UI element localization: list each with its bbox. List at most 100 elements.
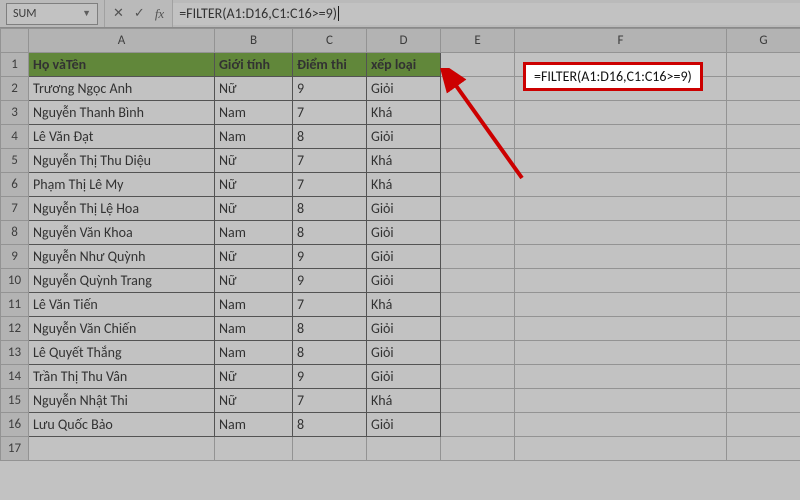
cell[interactable]: Giỏi	[367, 245, 441, 269]
cell[interactable]	[441, 293, 515, 317]
row-header[interactable]: 14	[1, 365, 29, 389]
col-header-b[interactable]: B	[215, 29, 293, 53]
cell[interactable]: Nam	[215, 413, 293, 437]
col-header-e[interactable]: E	[441, 29, 515, 53]
cell[interactable]: Nữ	[215, 269, 293, 293]
cell[interactable]	[441, 53, 515, 77]
cell[interactable]	[441, 341, 515, 365]
cell[interactable]: Giỏi	[367, 413, 441, 437]
cell[interactable]: Nam	[215, 221, 293, 245]
cell[interactable]: Lê Văn Đạt	[29, 125, 215, 149]
cell[interactable]	[727, 389, 800, 413]
cell[interactable]	[515, 221, 727, 245]
cell[interactable]: 8	[293, 197, 367, 221]
cell[interactable]	[727, 317, 800, 341]
cell[interactable]	[441, 245, 515, 269]
cell[interactable]: Nam	[215, 101, 293, 125]
cell[interactable]	[515, 149, 727, 173]
cell[interactable]: 8	[293, 317, 367, 341]
row-header[interactable]: 4	[1, 125, 29, 149]
cell[interactable]: Nguyễn Thị Thu Diệu	[29, 149, 215, 173]
row-header[interactable]: 7	[1, 197, 29, 221]
cell[interactable]	[515, 125, 727, 149]
cell[interactable]	[727, 101, 800, 125]
cell[interactable]: 8	[293, 125, 367, 149]
cell[interactable]: Điểm thi	[293, 53, 367, 77]
cell[interactable]: xếp loại	[367, 53, 441, 77]
cell[interactable]: 7	[293, 101, 367, 125]
cell[interactable]	[441, 101, 515, 125]
cell[interactable]: Nữ	[215, 77, 293, 101]
cell[interactable]	[515, 173, 727, 197]
col-header-f[interactable]: F	[515, 29, 727, 53]
cell[interactable]	[727, 437, 800, 461]
cell[interactable]	[515, 293, 727, 317]
cell[interactable]: Nam	[215, 317, 293, 341]
row-header[interactable]: 5	[1, 149, 29, 173]
cell[interactable]	[515, 269, 727, 293]
cell[interactable]	[727, 269, 800, 293]
cell[interactable]: Trương Ngọc Anh	[29, 77, 215, 101]
cell[interactable]: Khá	[367, 293, 441, 317]
cell[interactable]: Nam	[215, 341, 293, 365]
cell[interactable]	[515, 365, 727, 389]
cell[interactable]: Nguyễn Thanh Bình	[29, 101, 215, 125]
cell[interactable]	[441, 437, 515, 461]
cell[interactable]	[441, 125, 515, 149]
cell[interactable]: 9	[293, 365, 367, 389]
cell[interactable]	[727, 149, 800, 173]
cell[interactable]	[441, 389, 515, 413]
cancel-icon[interactable]: ✕	[113, 6, 124, 21]
cell[interactable]: Giỏi	[367, 197, 441, 221]
cell[interactable]	[515, 245, 727, 269]
cell[interactable]	[727, 413, 800, 437]
cell[interactable]	[515, 317, 727, 341]
cell[interactable]: Nguyễn Như Quỳnh	[29, 245, 215, 269]
cell[interactable]	[441, 365, 515, 389]
row-header[interactable]: 15	[1, 389, 29, 413]
cell[interactable]: Lê Văn Tiến	[29, 293, 215, 317]
cell[interactable]	[727, 53, 800, 77]
cell[interactable]	[727, 293, 800, 317]
cell[interactable]: Nguyễn Nhật Thi	[29, 389, 215, 413]
cell[interactable]: Phạm Thị Lê My	[29, 173, 215, 197]
cell[interactable]: Nguyễn Văn Khoa	[29, 221, 215, 245]
cell[interactable]	[515, 437, 727, 461]
cell[interactable]: Nguyễn Văn Chiến	[29, 317, 215, 341]
name-box[interactable]: SUM ▼	[6, 3, 98, 25]
cell[interactable]	[367, 437, 441, 461]
cell[interactable]	[515, 389, 727, 413]
cell[interactable]: Khá	[367, 149, 441, 173]
cell[interactable]: Nữ	[215, 173, 293, 197]
fx-icon[interactable]: fx	[155, 6, 164, 22]
confirm-icon[interactable]: ✓	[134, 6, 145, 21]
cell[interactable]: Nguyễn Quỳnh Trang	[29, 269, 215, 293]
cell[interactable]	[727, 125, 800, 149]
cell[interactable]	[515, 413, 727, 437]
cell[interactable]	[727, 221, 800, 245]
cell[interactable]	[727, 197, 800, 221]
cell[interactable]	[441, 413, 515, 437]
row-header[interactable]: 9	[1, 245, 29, 269]
cell[interactable]	[727, 245, 800, 269]
cell[interactable]: Giỏi	[367, 365, 441, 389]
row-header[interactable]: 16	[1, 413, 29, 437]
cell[interactable]: Nữ	[215, 389, 293, 413]
cell[interactable]: 7	[293, 173, 367, 197]
cell[interactable]: Lê Quyết Thắng	[29, 341, 215, 365]
cell[interactable]: Giỏi	[367, 77, 441, 101]
dropdown-icon[interactable]: ▼	[82, 8, 91, 19]
cell[interactable]	[515, 197, 727, 221]
cell[interactable]	[441, 269, 515, 293]
cell[interactable]: 7	[293, 149, 367, 173]
cell[interactable]	[727, 77, 800, 101]
cell[interactable]: Khá	[367, 101, 441, 125]
cell[interactable]: 9	[293, 269, 367, 293]
cell[interactable]	[515, 341, 727, 365]
cell[interactable]: Giỏi	[367, 125, 441, 149]
cell[interactable]: Giỏi	[367, 317, 441, 341]
cell[interactable]: Nguyễn Thị Lệ Hoa	[29, 197, 215, 221]
cell[interactable]	[441, 173, 515, 197]
cell[interactable]: Nữ	[215, 365, 293, 389]
cell[interactable]: Giới tính	[215, 53, 293, 77]
